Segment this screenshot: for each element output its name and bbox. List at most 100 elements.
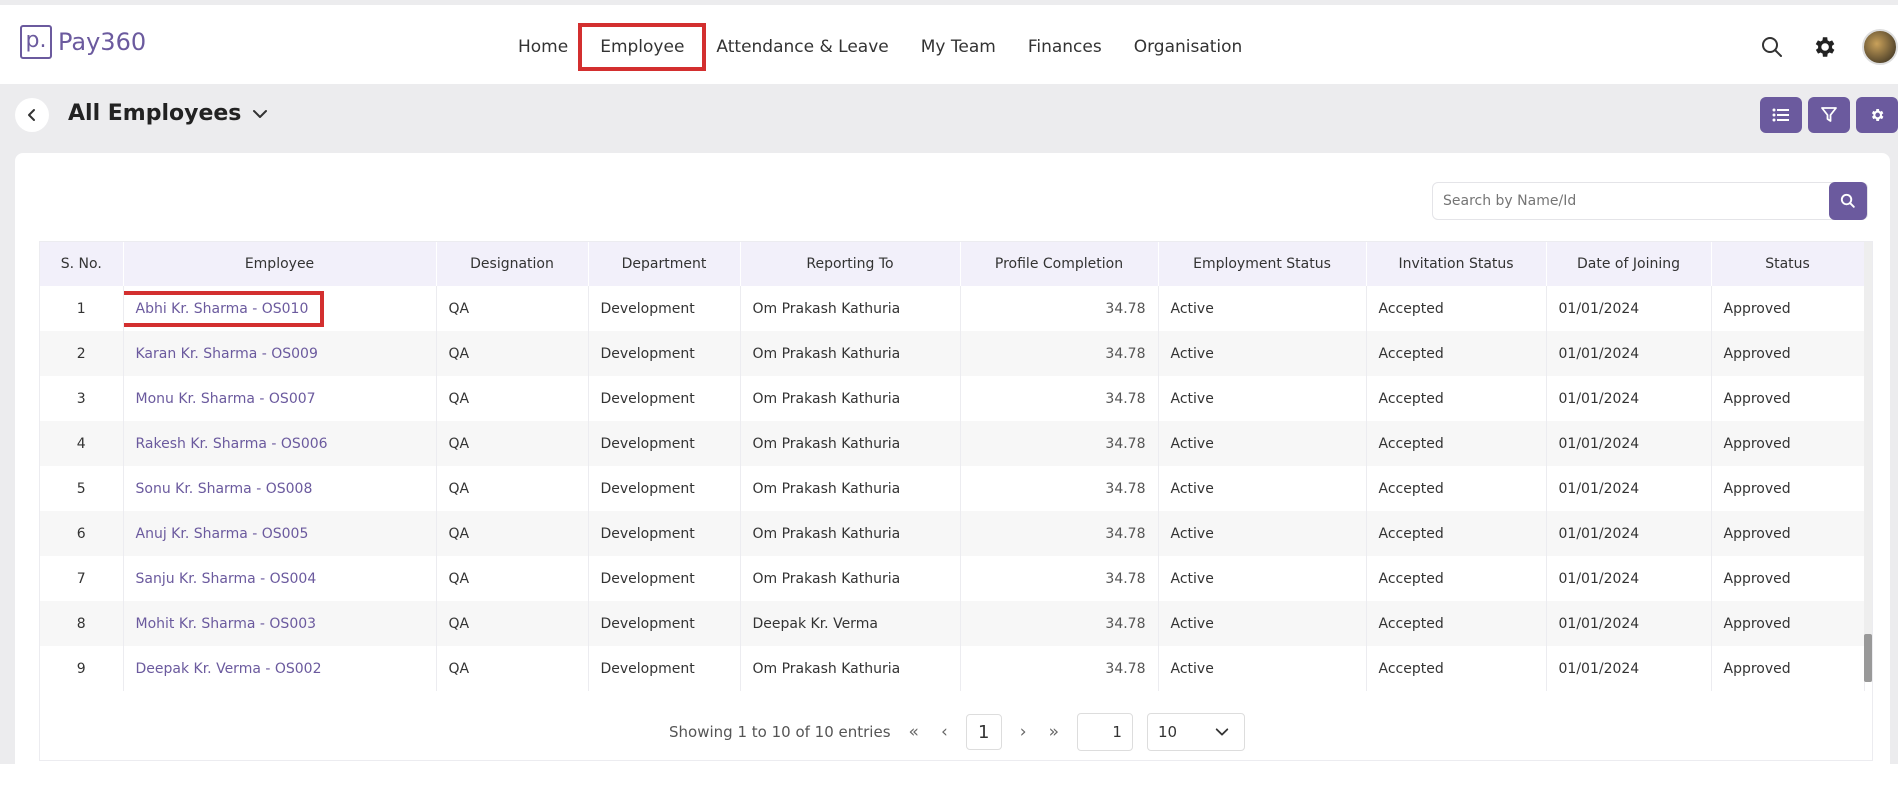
- header-col-employment-status[interactable]: Employment Status: [1158, 242, 1367, 286]
- cell-sno: 3: [40, 376, 124, 421]
- table-row[interactable]: 8 Mohit Kr. Sharma - OS003 QA Development De…: [40, 601, 1865, 646]
- pagination: Showing 1 to 10 of 10 entries « ‹ 1 › » …: [40, 702, 1874, 762]
- header-col-status[interactable]: Status: [1711, 242, 1865, 286]
- table-settings-button[interactable]: [1856, 97, 1898, 133]
- table-row[interactable]: 6 Anuj Kr. Sharma - OS005 QA Development Om …: [40, 511, 1865, 556]
- cell-status: Approved: [1711, 556, 1865, 601]
- cell-reporting-to: Deepak Kr. Verma: [740, 601, 961, 646]
- cell-designation: QA: [436, 421, 589, 466]
- header-col-department[interactable]: Department: [588, 242, 741, 286]
- goto-page-input[interactable]: [1076, 713, 1133, 751]
- cell-employment-status: Active: [1158, 421, 1367, 466]
- cell-employee[interactable]: Mohit Kr. Sharma - OS003: [123, 601, 437, 646]
- avatar[interactable]: [1862, 29, 1898, 65]
- employees-table-container: S. No. Employee Designation Department Repor…: [39, 241, 1873, 761]
- nav-item-finances[interactable]: Finances: [1012, 29, 1118, 65]
- cell-invitation-status: Accepted: [1366, 556, 1547, 601]
- cell-reporting-to: Om Prakash Kathuria: [740, 511, 961, 556]
- list-view-button[interactable]: [1760, 97, 1802, 133]
- cell-employment-status: Active: [1158, 601, 1367, 646]
- search-icon: [1840, 193, 1855, 208]
- cell-reporting-to: Om Prakash Kathuria: [740, 646, 961, 691]
- nav-item-attendance-leave[interactable]: Attendance & Leave: [700, 29, 904, 65]
- nav-item-organisation[interactable]: Organisation: [1118, 29, 1259, 65]
- search-input[interactable]: [1433, 193, 1829, 209]
- table-row[interactable]: 1 Abhi Kr. Sharma - OS010 QA Development Om …: [40, 286, 1865, 331]
- table-scrollbar[interactable]: [1864, 242, 1872, 682]
- table-body: 1 Abhi Kr. Sharma - OS010 QA Development Om …: [40, 286, 1865, 691]
- header-col-invitation-status[interactable]: Invitation Status: [1366, 242, 1547, 286]
- cell-department: Development: [588, 421, 741, 466]
- last-page-icon[interactable]: »: [1045, 722, 1063, 742]
- search-bar: [1432, 182, 1868, 220]
- cell-sno: 1: [40, 286, 124, 331]
- employee-link[interactable]: Abhi Kr. Sharma - OS010: [123, 290, 325, 327]
- cell-employee[interactable]: Sonu Kr. Sharma - OS008: [123, 466, 437, 511]
- cell-employee[interactable]: Sanju Kr. Sharma - OS004: [123, 556, 437, 601]
- cell-status: Approved: [1711, 601, 1865, 646]
- cell-invitation-status: Accepted: [1366, 331, 1547, 376]
- main-nav: Home Employee Attendance & Leave My Team…: [502, 23, 1259, 71]
- cell-profile-completion: 34.78: [960, 556, 1159, 601]
- chevron-left-icon: [28, 109, 35, 121]
- logo-text: Pay360: [58, 28, 147, 56]
- first-page-icon[interactable]: «: [905, 722, 923, 742]
- cell-employee[interactable]: Monu Kr. Sharma - OS007: [123, 376, 437, 421]
- chevron-down-icon: [1215, 728, 1229, 736]
- nav-item-employee[interactable]: Employee: [578, 23, 707, 71]
- cell-profile-completion: 34.78: [960, 466, 1159, 511]
- cell-employee[interactable]: Anuj Kr. Sharma - OS005: [123, 511, 437, 556]
- cell-profile-completion: 34.78: [960, 421, 1159, 466]
- cell-employee[interactable]: Abhi Kr. Sharma - OS010: [123, 286, 437, 331]
- table-row[interactable]: 2 Karan Kr. Sharma - OS009 QA Development Om…: [40, 331, 1865, 376]
- cell-designation: QA: [436, 556, 589, 601]
- cell-designation: QA: [436, 376, 589, 421]
- cell-date-of-joining: 01/01/2024: [1546, 466, 1712, 511]
- cell-reporting-to: Om Prakash Kathuria: [740, 421, 961, 466]
- table-row[interactable]: 7 Sanju Kr. Sharma - OS004 QA Development Om…: [40, 556, 1865, 601]
- search-button[interactable]: [1829, 182, 1867, 220]
- next-page-icon[interactable]: ›: [1016, 722, 1031, 742]
- gear-icon[interactable]: [1810, 33, 1838, 61]
- page-size-select[interactable]: 10: [1146, 713, 1245, 751]
- table-row[interactable]: 9 Deepak Kr. Verma - OS002 QA Development Om…: [40, 646, 1865, 691]
- logo-mark: p.: [20, 25, 52, 59]
- current-page-button[interactable]: 1: [965, 714, 1002, 750]
- nav-item-my-team[interactable]: My Team: [905, 29, 1012, 65]
- cell-sno: 2: [40, 331, 124, 376]
- scrollbar-thumb[interactable]: [1864, 634, 1872, 682]
- cell-employee[interactable]: Deepak Kr. Verma - OS002: [123, 646, 437, 691]
- header-col-profile-completion[interactable]: Profile Completion: [960, 242, 1159, 286]
- table-row[interactable]: 5 Sonu Kr. Sharma - OS008 QA Development Om …: [40, 466, 1865, 511]
- table-row[interactable]: 4 Rakesh Kr. Sharma - OS006 QA Development O…: [40, 421, 1865, 466]
- cell-date-of-joining: 01/01/2024: [1546, 556, 1712, 601]
- nav-item-home[interactable]: Home: [502, 29, 584, 65]
- header-col-sno[interactable]: S. No.: [40, 242, 124, 286]
- cell-sno: 6: [40, 511, 124, 556]
- cell-invitation-status: Accepted: [1366, 601, 1547, 646]
- employees-card: S. No.EmployeeDesignationDepartmentRepor…: [15, 153, 1890, 785]
- prev-page-icon[interactable]: ‹: [937, 722, 952, 742]
- cell-department: Development: [588, 511, 741, 556]
- filter-button[interactable]: [1808, 97, 1850, 133]
- table-row[interactable]: 3 Monu Kr. Sharma - OS007 QA Development Om …: [40, 376, 1865, 421]
- header-col-employee[interactable]: Employee: [123, 242, 437, 286]
- header-col-reporting-to[interactable]: Reporting To: [740, 242, 961, 286]
- cell-status: Approved: [1711, 331, 1865, 376]
- app-logo[interactable]: p. Pay360: [20, 25, 146, 59]
- header-col-designation[interactable]: Designation: [436, 242, 589, 286]
- cell-employment-status: Active: [1158, 556, 1367, 601]
- cell-employee[interactable]: Rakesh Kr. Sharma - OS006: [123, 421, 437, 466]
- page-title-dropdown[interactable]: All Employees: [68, 101, 269, 126]
- cell-invitation-status: Accepted: [1366, 376, 1547, 421]
- cell-status: Approved: [1711, 286, 1865, 331]
- cell-date-of-joining: 01/01/2024: [1546, 421, 1712, 466]
- top-navbar: p. Pay360 Home Employee Attendance & Lea…: [0, 0, 1898, 84]
- cell-employee[interactable]: Karan Kr. Sharma - OS009: [123, 331, 437, 376]
- back-button[interactable]: [15, 98, 49, 132]
- cell-employment-status: Active: [1158, 466, 1367, 511]
- header-col-date-of-joining[interactable]: Date of Joining: [1546, 242, 1712, 286]
- search-icon[interactable]: [1758, 33, 1786, 61]
- cell-designation: QA: [436, 286, 589, 331]
- filter-icon: [1821, 107, 1837, 122]
